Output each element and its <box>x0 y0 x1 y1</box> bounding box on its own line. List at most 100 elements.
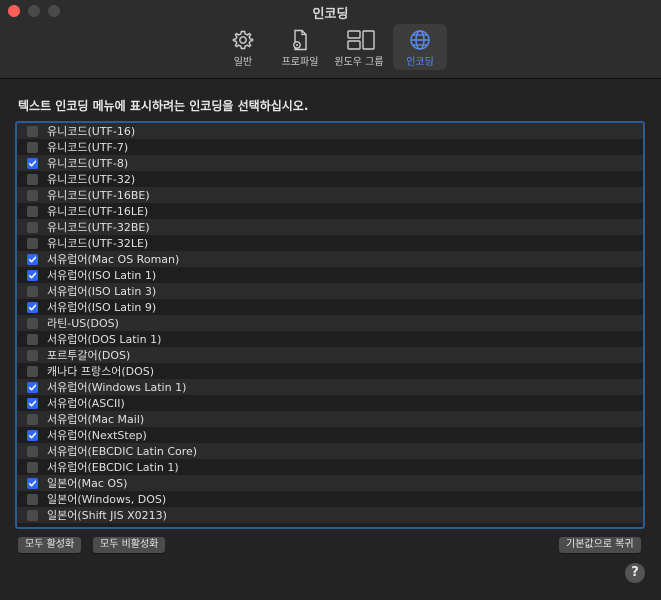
encoding-row[interactable]: 서유럽어(EBCDIC Latin 1) <box>17 459 643 475</box>
encoding-row[interactable]: 일본어(Windows, DOS) <box>17 491 643 507</box>
encoding-row[interactable]: 서유럽어(ISO Latin 9) <box>17 299 643 315</box>
restore-defaults-button[interactable]: 기본값으로 복귀 <box>559 537 641 553</box>
encoding-label: 서유럽어(ISO Latin 9) <box>47 301 157 314</box>
tab-encodings-label: 인코딩 <box>406 57 434 68</box>
encoding-checkbox[interactable] <box>27 141 38 153</box>
encoding-label: 서유럽어(ASCII) <box>47 397 125 410</box>
checkmark-icon <box>28 384 37 390</box>
encoding-checkbox[interactable] <box>27 269 38 281</box>
tab-encodings[interactable]: 인코딩 <box>393 24 447 70</box>
encoding-label: 라틴-US(DOS) <box>47 317 119 330</box>
tab-window-groups-label: 윈도우 그룹 <box>334 57 384 68</box>
encoding-row[interactable]: 캐나다 프랑스어(DOS) <box>17 363 643 379</box>
encoding-label: 서유럽어(NextStep) <box>47 429 147 442</box>
tab-profiles[interactable]: 프로파일 <box>274 24 326 70</box>
window-title: 인코딩 <box>312 7 349 22</box>
encoding-list[interactable]: 유니코드(UTF-16) 유니코드(UTF-7) 유니코드(UTF-8) 유니코드(U… <box>15 121 645 529</box>
enable-all-button[interactable]: 모두 활성화 <box>18 537 82 553</box>
encoding-checkbox[interactable] <box>27 189 38 201</box>
encoding-label: 유니코드(UTF-32) <box>47 173 136 186</box>
encoding-label: 유니코드(UTF-16) <box>47 125 136 138</box>
encoding-checkbox[interactable] <box>27 221 38 233</box>
encoding-label: 포르투갈어(DOS) <box>47 349 131 362</box>
encoding-row[interactable]: 일본어(Shift JIS X0213) <box>17 507 643 523</box>
checkmark-icon <box>28 400 37 406</box>
encoding-row[interactable]: 유니코드(UTF-16LE) <box>17 203 643 219</box>
encoding-label: 일본어(Mac OS) <box>47 477 128 490</box>
encoding-label: 유니코드(UTF-8) <box>47 157 129 170</box>
encoding-checkbox[interactable] <box>27 509 38 521</box>
title-bar: 인코딩 일반 프로파일 윈도우 그룹 인코딩 <box>0 0 661 79</box>
preferences-toolbar: 일반 프로파일 윈도우 그룹 인코딩 <box>0 24 661 72</box>
encoding-label: 유니코드(UTF-16LE) <box>47 205 149 218</box>
encoding-checkbox[interactable] <box>27 413 38 425</box>
help-button[interactable]: ? <box>625 563 645 583</box>
encoding-label: 서유럽어(Windows Latin 1) <box>47 381 187 394</box>
encoding-row[interactable]: 서유럽어(EBCDIC Latin Core) <box>17 443 643 459</box>
encoding-checkbox[interactable] <box>27 349 38 361</box>
encoding-checkbox[interactable] <box>27 301 38 313</box>
encoding-label: 서유럽어(DOS Latin 1) <box>47 333 162 346</box>
encoding-checkbox[interactable] <box>27 237 38 249</box>
encoding-row[interactable]: 포르투갈어(DOS) <box>17 347 643 363</box>
encoding-rows: 유니코드(UTF-16) 유니코드(UTF-7) 유니코드(UTF-8) 유니코드(U… <box>17 123 643 523</box>
encoding-row[interactable]: 서유럽어(ISO Latin 1) <box>17 267 643 283</box>
encoding-checkbox[interactable] <box>27 493 38 505</box>
checkmark-icon <box>28 160 37 166</box>
encoding-row[interactable]: 유니코드(UTF-8) <box>17 155 643 171</box>
encoding-row[interactable]: 유니코드(UTF-32BE) <box>17 219 643 235</box>
checkmark-icon <box>28 480 37 486</box>
tab-window-groups[interactable]: 윈도우 그룹 <box>330 24 388 70</box>
encoding-checkbox[interactable] <box>27 157 38 169</box>
encoding-row[interactable]: 유니코드(UTF-32) <box>17 171 643 187</box>
encoding-checkbox[interactable] <box>27 461 38 473</box>
checkmark-icon <box>28 256 37 262</box>
instruction-text: 텍스트 인코딩 메뉴에 표시하려는 인코딩을 선택하십시오. <box>18 99 309 113</box>
encoding-checkbox[interactable] <box>27 477 38 489</box>
encoding-checkbox[interactable] <box>27 285 38 297</box>
encoding-checkbox[interactable] <box>27 333 38 345</box>
tab-general[interactable]: 일반 <box>220 24 266 70</box>
encoding-row[interactable]: 일본어(Mac OS) <box>17 475 643 491</box>
encoding-row[interactable]: 서유럽어(Mac OS Roman) <box>17 251 643 267</box>
encoding-row[interactable]: 유니코드(UTF-32LE) <box>17 235 643 251</box>
encoding-checkbox[interactable] <box>27 365 38 377</box>
encoding-label: 유니코드(UTF-32BE) <box>47 221 150 234</box>
encoding-label: 서유럽어(ISO Latin 3) <box>47 285 157 298</box>
encoding-row[interactable]: 유니코드(UTF-16BE) <box>17 187 643 203</box>
encoding-label: 서유럽어(Mac Mail) <box>47 413 145 426</box>
encoding-row[interactable]: 서유럽어(NextStep) <box>17 427 643 443</box>
encoding-row[interactable]: 서유럽어(Mac Mail) <box>17 411 643 427</box>
gear-icon <box>230 29 256 51</box>
encoding-row[interactable]: 서유럽어(Windows Latin 1) <box>17 379 643 395</box>
encoding-checkbox[interactable] <box>27 429 38 441</box>
encoding-label: 일본어(Shift JIS X0213) <box>47 509 167 522</box>
encoding-row[interactable]: 서유럽어(ASCII) <box>17 395 643 411</box>
encoding-label: 서유럽어(Mac OS Roman) <box>47 253 180 266</box>
preferences-window: 인코딩 일반 프로파일 윈도우 그룹 인코딩 텍스트 인코딩 메뉴에 표시하려는… <box>0 0 661 600</box>
encoding-row[interactable]: 서유럽어(DOS Latin 1) <box>17 331 643 347</box>
encoding-checkbox[interactable] <box>27 397 38 409</box>
globe-icon <box>407 29 433 51</box>
encoding-checkbox[interactable] <box>27 205 38 217</box>
checkmark-icon <box>28 304 37 310</box>
encoding-checkbox[interactable] <box>27 253 38 265</box>
checkmark-icon <box>28 432 37 438</box>
checkmark-icon <box>28 272 37 278</box>
tab-general-label: 일반 <box>233 57 253 68</box>
encoding-row[interactable]: 라틴-US(DOS) <box>17 315 643 331</box>
encoding-checkbox[interactable] <box>27 445 38 457</box>
encoding-label: 서유럽어(EBCDIC Latin 1) <box>47 461 179 474</box>
encoding-row[interactable]: 유니코드(UTF-7) <box>17 139 643 155</box>
encoding-checkbox[interactable] <box>27 381 38 393</box>
encoding-checkbox[interactable] <box>27 317 38 329</box>
disable-all-button[interactable]: 모두 비활성화 <box>93 537 166 553</box>
tab-profiles-label: 프로파일 <box>281 57 319 68</box>
encoding-checkbox[interactable] <box>27 125 38 137</box>
encoding-checkbox[interactable] <box>27 173 38 185</box>
encoding-row[interactable]: 유니코드(UTF-16) <box>17 123 643 139</box>
document-gear-icon <box>287 29 313 51</box>
encoding-label: 일본어(Windows, DOS) <box>47 493 167 506</box>
encoding-row[interactable]: 서유럽어(ISO Latin 3) <box>17 283 643 299</box>
window-group-icon <box>346 29 375 51</box>
